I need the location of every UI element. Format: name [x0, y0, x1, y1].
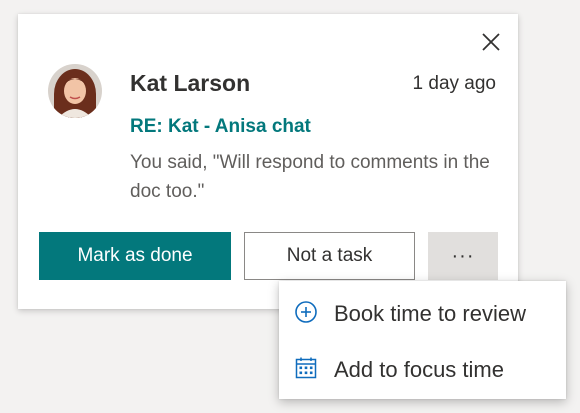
add-circle-icon: [294, 300, 318, 324]
close-icon: [482, 33, 500, 51]
message-preview: You said, "Will respond to comments in t…: [130, 152, 490, 202]
menu-item-book-time[interactable]: Book time to review: [279, 287, 566, 337]
menu-item-label: Book time to review: [334, 301, 526, 326]
subject-link[interactable]: RE: Kat - Anisa chat: [130, 116, 311, 138]
not-a-task-button[interactable]: Not a task: [244, 232, 415, 280]
mark-as-done-button[interactable]: Mark as done: [39, 232, 231, 280]
calendar-icon: [294, 356, 318, 380]
more-options-menu: Book time to review Add to focus time: [279, 281, 566, 399]
avatar: [48, 64, 102, 118]
timestamp: 1 day ago: [412, 73, 496, 94]
menu-item-focus-time[interactable]: Add to focus time: [279, 343, 566, 393]
close-button[interactable]: [478, 29, 504, 55]
sender-name: Kat Larson: [130, 70, 251, 96]
menu-item-label: Add to focus time: [334, 357, 504, 382]
task-suggestion-card: Kat Larson 1 day ago RE: Kat - Anisa cha…: [18, 14, 518, 309]
more-options-button[interactable]: ···: [428, 232, 498, 280]
